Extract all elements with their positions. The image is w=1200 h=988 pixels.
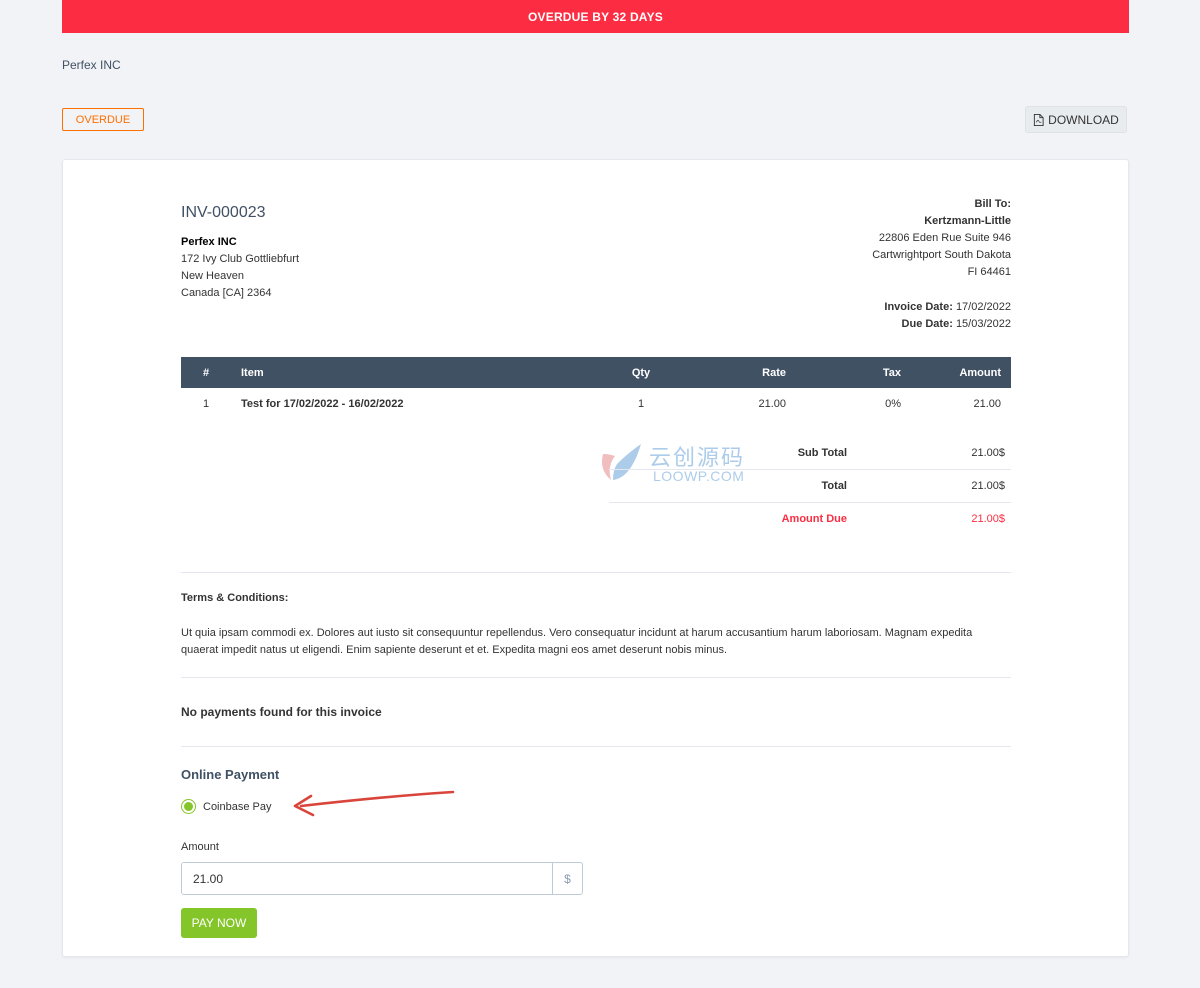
- company-name: Perfex INC: [181, 236, 237, 248]
- due-date-label: Due Date:: [901, 318, 953, 330]
- invoice-dates: Invoice Date: 17/02/2022 Due Date: 15/03…: [884, 299, 1011, 333]
- subtotal-value: 21.00$: [971, 447, 1005, 459]
- terms-title: Terms & Conditions:: [181, 592, 289, 604]
- column-header-qty: Qty: [601, 357, 681, 388]
- total-value: 21.00$: [971, 480, 1005, 492]
- overdue-banner: OVERDUE BY 32 DAYS: [62, 0, 1129, 33]
- annotation-arrow-icon: [293, 790, 455, 817]
- client-address-line: Cartwrightport South Dakota: [872, 249, 1011, 261]
- row-amount: 21.00: [973, 398, 1001, 410]
- currency-symbol: $: [552, 863, 582, 894]
- payment-gateway-radio[interactable]: [181, 799, 196, 814]
- column-header-rate: Rate: [681, 357, 796, 388]
- column-header-number: #: [181, 357, 231, 388]
- amount-label: Amount: [181, 841, 219, 853]
- no-payments-message: No payments found for this invoice: [181, 705, 382, 719]
- company-name-link[interactable]: Perfex INC: [62, 58, 121, 72]
- invoice-items-table: # Item Qty Rate Tax Amount 1 Test for 17…: [181, 357, 1011, 420]
- row-tax: 0%: [885, 398, 901, 410]
- client-address-line: 22806 Eden Rue Suite 946: [878, 232, 1011, 244]
- divider: [181, 572, 1011, 573]
- overdue-banner-text: OVERDUE BY 32 DAYS: [528, 9, 663, 24]
- row-item: Test for 17/02/2022 - 16/02/2022: [241, 398, 404, 410]
- download-button-label: DOWNLOAD: [1048, 112, 1119, 127]
- amount-due-value: 21.00$: [971, 513, 1005, 525]
- table-header-row: # Item Qty Rate Tax Amount: [181, 357, 1011, 388]
- online-payment-title: Online Payment: [181, 767, 280, 782]
- row-number: 1: [202, 398, 210, 410]
- divider: [181, 677, 1011, 678]
- invoice-totals: Sub Total 21.00$ Total 21.00$ Amount Due…: [609, 437, 1011, 535]
- company-address-line: New Heaven: [181, 270, 244, 282]
- invoice-date-value: 17/02/2022: [955, 301, 1011, 313]
- pdf-file-icon: [1034, 113, 1044, 126]
- total-row: Total 21.00$: [609, 470, 1011, 503]
- company-address: Perfex INC 172 Ivy Club Gottliebfurt New…: [181, 234, 299, 302]
- company-address-line: 172 Ivy Club Gottliebfurt: [181, 253, 300, 265]
- amount-input[interactable]: [182, 863, 552, 894]
- bill-to-heading: Bill To:: [974, 198, 1011, 210]
- table-row: 1 Test for 17/02/2022 - 16/02/2022 1 21.…: [181, 388, 1011, 420]
- company-address-line: Canada [CA] 2364: [181, 287, 272, 299]
- invoice-date-row: Invoice Date: 17/02/2022: [884, 299, 1011, 316]
- payment-gateway-option[interactable]: Coinbase Pay: [181, 799, 272, 814]
- client-address-line: FI 64461: [967, 266, 1011, 278]
- subtotal-row: Sub Total 21.00$: [609, 437, 1011, 470]
- amount-due-label: Amount Due: [781, 513, 847, 525]
- radio-checked-dot: [184, 802, 193, 811]
- download-pdf-button[interactable]: DOWNLOAD: [1025, 106, 1127, 133]
- amount-input-group: $: [181, 862, 583, 895]
- bill-to-address: Bill To: Kertzmann-Little 22806 Eden Rue…: [872, 196, 1011, 281]
- client-name: Kertzmann-Little: [924, 215, 1011, 227]
- invoice-card: INV-000023 Perfex INC 172 Ivy Club Gottl…: [62, 159, 1129, 957]
- invoice-date-label: Invoice Date:: [884, 301, 953, 313]
- divider: [181, 746, 1011, 747]
- due-date-row: Due Date: 15/03/2022: [884, 316, 1011, 333]
- total-label: Total: [821, 480, 847, 492]
- amount-due-row: Amount Due 21.00$: [609, 503, 1011, 535]
- terms-text: Ut quia ipsam commodi ex. Dolores aut iu…: [181, 627, 973, 656]
- subtotal-label: Sub Total: [797, 447, 847, 459]
- column-header-item: Item: [231, 357, 601, 388]
- due-date-value: 15/03/2022: [955, 318, 1011, 330]
- row-qty: 1: [637, 398, 645, 410]
- pay-now-button[interactable]: PAY NOW: [181, 908, 257, 938]
- payment-gateway-label: Coinbase Pay: [203, 800, 272, 813]
- column-header-amount: Amount: [911, 357, 1011, 388]
- status-badge: OVERDUE: [62, 108, 144, 131]
- row-rate: 21.00: [758, 398, 786, 410]
- invoice-number: INV-000023: [181, 204, 266, 221]
- column-header-tax: Tax: [796, 357, 911, 388]
